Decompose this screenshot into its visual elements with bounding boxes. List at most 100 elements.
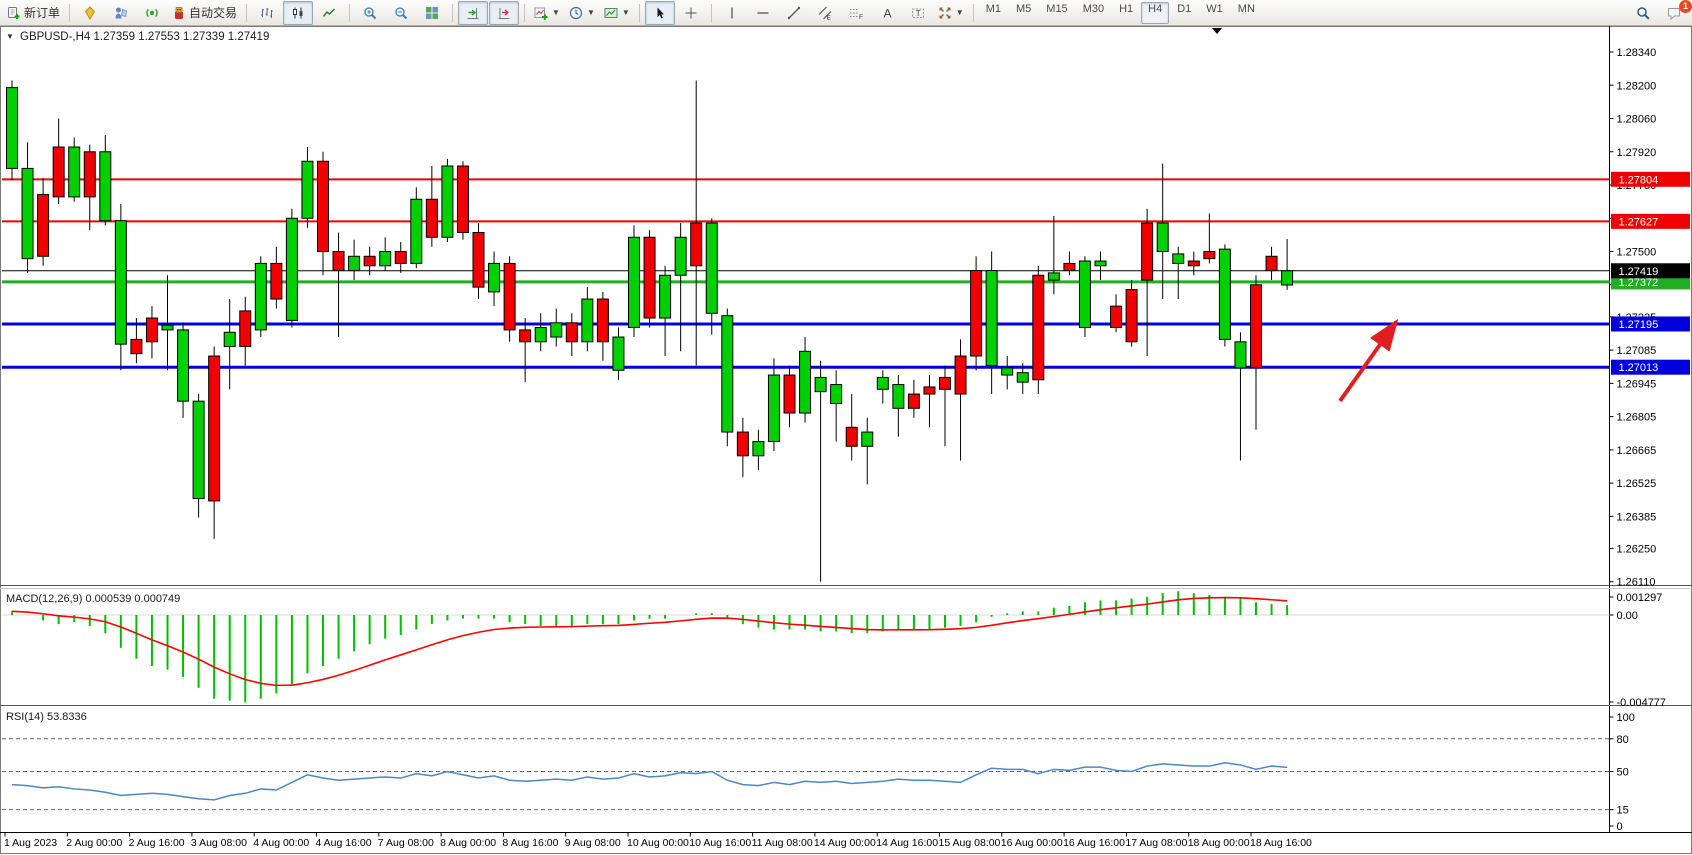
candlestick [1219, 244, 1230, 346]
candle-body-bull [7, 88, 18, 169]
fibo-icon: F [849, 6, 863, 20]
candlestick [722, 309, 733, 447]
candle-body-bear [131, 339, 142, 353]
price-tick-label: 1.26805 [1617, 412, 1657, 424]
trendline-button[interactable] [779, 1, 809, 25]
templates-button[interactable]: ▼ [600, 1, 634, 25]
chevron-down-icon: ▼ [587, 8, 595, 17]
chart-window[interactable]: 1.283401.282001.280601.279201.277801.276… [0, 26, 1692, 854]
toolbar-separator [711, 4, 712, 22]
candle-body-bear [240, 311, 251, 347]
candle-body-bear [971, 271, 982, 357]
candle-body-bear [426, 199, 437, 237]
candlestick [7, 81, 18, 181]
price-tick-label: 1.26665 [1617, 445, 1657, 457]
candle-body-bull [162, 325, 173, 330]
candle-body-bull [877, 377, 888, 389]
chart-bars-button[interactable] [252, 1, 282, 25]
market-watch-button[interactable] [75, 1, 105, 25]
price-label-1.27627-text: 1.27627 [1619, 216, 1659, 228]
new-order-button[interactable]: 新订单 [3, 1, 64, 25]
chart-bars-icon [260, 6, 274, 20]
indicators-button[interactable]: ▼ [530, 1, 564, 25]
svg-text:A: A [883, 6, 891, 20]
fibonacci-button[interactable]: F [841, 1, 871, 25]
candle-body-bull [1048, 273, 1059, 280]
timeframe-h4-button[interactable]: H4 [1141, 2, 1169, 24]
auto-trading-button[interactable]: 自动交易 [168, 1, 241, 25]
auto-scroll-button[interactable] [458, 1, 488, 25]
timeframe-d1-button[interactable]: D1 [1170, 2, 1198, 24]
price-tick-label: 1.27920 [1617, 147, 1657, 159]
candle-body-bear [1126, 290, 1137, 342]
chevron-down-icon: ▼ [552, 8, 560, 17]
text-label-button[interactable]: T [903, 1, 933, 25]
price-tick-label: 1.26945 [1617, 378, 1657, 390]
candle-body-bear [146, 318, 157, 342]
candle-body-bull [224, 332, 235, 346]
candle-body-bull [815, 377, 826, 391]
periods-button[interactable]: ▼ [565, 1, 599, 25]
toolbar-separator [639, 4, 640, 22]
candle-body-bull [629, 237, 640, 327]
candle-body-bear [566, 323, 577, 342]
timeframe-h1-button[interactable]: H1 [1112, 2, 1140, 24]
macd-title: MACD(12,26,9) 0.000539 0.000749 [6, 593, 180, 605]
time-tick-label: 14 Aug 16:00 [876, 837, 938, 849]
candle-body-bull [1219, 249, 1230, 339]
timeframe-m30-button[interactable]: M30 [1076, 2, 1111, 24]
candle-body-bull [380, 252, 391, 266]
time-tick-label: 8 Aug 00:00 [440, 837, 496, 849]
data-window-icon [114, 6, 128, 20]
vertical-line-button[interactable] [717, 1, 747, 25]
notifications-button[interactable]: 1 [1659, 1, 1689, 25]
candle-body-bear [1111, 306, 1122, 327]
timeframe-m15-button[interactable]: M15 [1039, 2, 1074, 24]
arrows-icon [938, 6, 952, 20]
time-tick-label: 18 Aug 00:00 [1188, 837, 1250, 849]
cursor-button[interactable] [645, 1, 675, 25]
time-tick-label: 16 Aug 00:00 [1001, 837, 1063, 849]
crosshair-button[interactable] [676, 1, 706, 25]
candle-body-bull [411, 199, 422, 263]
timeframe-m1-button[interactable]: M1 [979, 2, 1008, 24]
navigator-button[interactable] [137, 1, 167, 25]
timeframe-w1-button[interactable]: W1 [1199, 2, 1230, 24]
text-button[interactable]: A [872, 1, 902, 25]
candlestick [504, 256, 515, 342]
collapse-icon[interactable]: ▼ [6, 32, 14, 41]
timeframe-mn-button[interactable]: MN [1231, 2, 1262, 24]
search-button[interactable] [1628, 1, 1658, 25]
new-order-label: 新订单 [24, 4, 60, 21]
horizontal-line-button[interactable] [748, 1, 778, 25]
arrows-tool-button[interactable]: ▼ [934, 1, 968, 25]
candle-body-bull [489, 263, 500, 292]
price-label-1.27372-text: 1.27372 [1619, 277, 1659, 289]
candle-body-bull [1095, 261, 1106, 266]
candle-body-bear [271, 263, 282, 299]
chart-candles-button[interactable] [283, 1, 313, 25]
candlestick [442, 159, 453, 242]
candlestick [457, 161, 468, 239]
candle-body-bull [22, 168, 33, 258]
equidistant-channel-button[interactable]: E [810, 1, 840, 25]
timeframe-m5-button[interactable]: M5 [1009, 2, 1038, 24]
tile-windows-button[interactable] [417, 1, 447, 25]
candle-body-bear [691, 223, 702, 266]
price-label-1.27627: 1.27627 [1611, 214, 1690, 229]
data-window-button[interactable] [106, 1, 136, 25]
candle-body-bear [1266, 256, 1277, 270]
zoom-out-button[interactable] [386, 1, 416, 25]
time-tick-label: 1 Aug 2023 [4, 837, 57, 849]
candle-body-bull [768, 375, 779, 442]
price-tick-label: 1.26110 [1617, 577, 1656, 589]
chart-line-button[interactable] [314, 1, 344, 25]
candle-body-bull [193, 401, 204, 498]
time-tick-label: 10 Aug 00:00 [627, 837, 689, 849]
chart-shift-button[interactable] [489, 1, 519, 25]
time-tick-label: 11 Aug 08:00 [752, 837, 813, 849]
zoom-in-button[interactable] [355, 1, 385, 25]
candle-body-bear [955, 356, 966, 394]
auto-scroll-icon [466, 6, 480, 20]
candle-body-bull [1157, 223, 1168, 252]
